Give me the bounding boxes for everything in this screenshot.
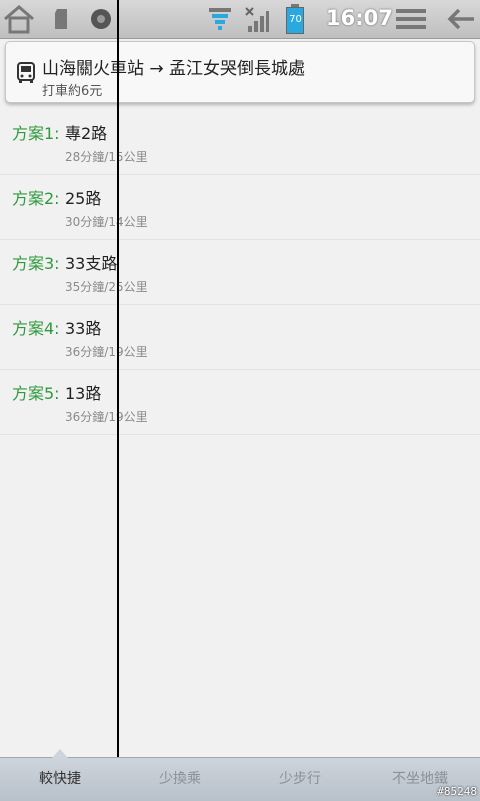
plan-label: 方案3: [12, 254, 60, 273]
list-item-plan-4[interactable]: 方案4: 33路 36分鐘/19公里 [0, 305, 480, 370]
list-item-plan-1[interactable]: 方案1: 專2路 28分鐘/15公里 [0, 110, 480, 175]
plan-meta: 35分鐘/25公里 [65, 280, 148, 294]
taxi-estimate: 打車約6元 [42, 84, 103, 99]
plan-meta: 36分鐘/19公里 [65, 345, 148, 359]
plan-meta: 36分鐘/19公里 [65, 410, 148, 424]
bottom-tab-bar: 較快捷 少換乘 少步行 不坐地鐵 [0, 749, 480, 801]
plan-route: 13路 [65, 384, 102, 403]
divider-line [117, 0, 119, 800]
tab-less-walking[interactable]: 少步行 [240, 758, 360, 801]
tab-fastest[interactable]: 較快捷 [0, 758, 120, 801]
plan-meta: 28分鐘/15公里 [65, 150, 148, 164]
list-item-plan-3[interactable]: 方案3: 33支路 35分鐘/25公里 [0, 240, 480, 305]
plan-route: 33路 [65, 319, 102, 338]
plan-label: 方案5: [12, 384, 60, 403]
back-icon[interactable] [446, 6, 476, 32]
clock: 16:07 [326, 6, 393, 30]
list-item-plan-5[interactable]: 方案5: 13路 36分鐘/19公里 [0, 370, 480, 435]
active-tab-pointer [52, 749, 68, 758]
plan-route: 33支路 [65, 254, 118, 273]
watermark: #85248 [437, 785, 477, 798]
status-bar: 70 16:07 [0, 0, 480, 39]
plan-route: 專2路 [65, 124, 108, 143]
battery-icon: 70 [286, 4, 304, 34]
plan-label: 方案1: [12, 124, 60, 143]
home-icon[interactable] [2, 4, 36, 34]
bus-icon [17, 62, 35, 83]
route-title: 山海關火車站 → 孟江女哭倒長城處 [42, 59, 306, 79]
battery-level: 70 [289, 14, 302, 25]
camera-icon [91, 9, 111, 29]
tab-fewer-transfers[interactable]: 少換乘 [120, 758, 240, 801]
wifi-icon [209, 8, 231, 30]
route-summary-card: 山海關火車站 → 孟江女哭倒長城處 打車約6元 [5, 41, 475, 103]
list-item-plan-2[interactable]: 方案2: 25路 30分鐘/14公里 [0, 175, 480, 240]
plan-meta: 30分鐘/14公里 [65, 215, 148, 229]
menu-icon[interactable] [396, 8, 426, 30]
plan-label: 方案4: [12, 319, 60, 338]
sd-card-icon [55, 9, 67, 29]
plan-route: 25路 [65, 189, 102, 208]
plan-label: 方案2: [12, 189, 60, 208]
plan-list: 方案1: 專2路 28分鐘/15公里 方案2: 25路 30分鐘/14公里 方案… [0, 110, 480, 435]
signal-icon [245, 7, 269, 32]
